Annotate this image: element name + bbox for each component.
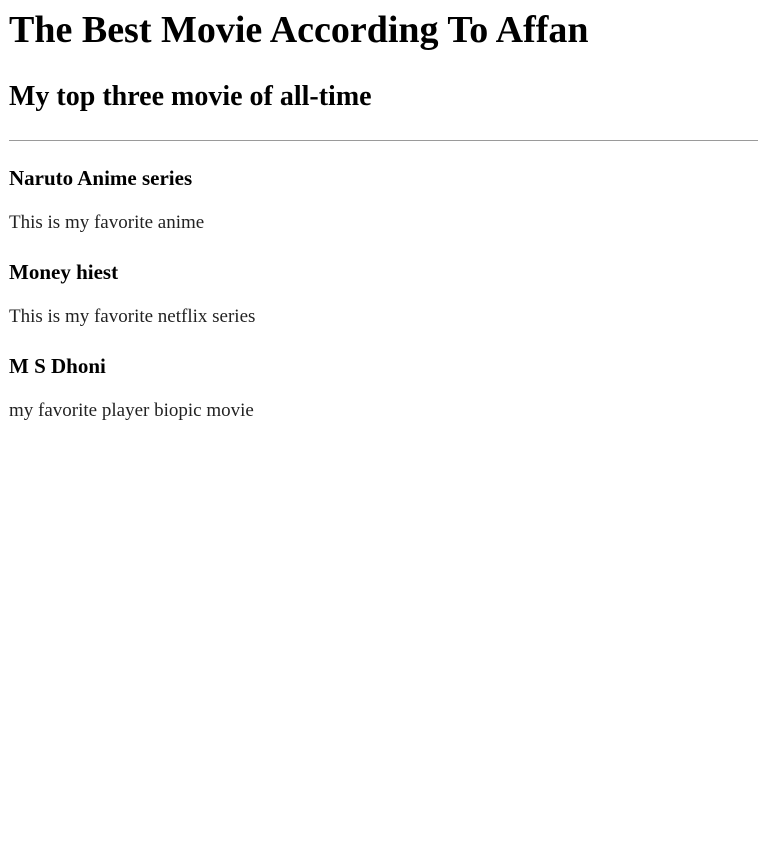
movie-item: Money hiest This is my favorite netflix … xyxy=(9,259,758,329)
movie-description: my favorite player biopic movie xyxy=(9,400,254,421)
page-subtitle: My top three movie of all-time xyxy=(9,81,372,112)
page-title: The Best Movie According To Affan xyxy=(9,9,589,51)
movie-description: This is my favorite anime xyxy=(9,212,205,233)
movie-item: Naruto Anime series This is my favorite … xyxy=(9,165,758,235)
divider xyxy=(9,140,758,141)
movie-title: M S Dhoni xyxy=(9,354,106,378)
movie-title: Naruto Anime series xyxy=(9,166,193,190)
page-content: The Best Movie According To Affan My top… xyxy=(0,8,762,423)
movie-description: This is my favorite netflix series xyxy=(9,306,256,327)
movie-title: Money hiest xyxy=(9,260,119,284)
movie-item: M S Dhoni my favorite player biopic movi… xyxy=(9,353,758,423)
